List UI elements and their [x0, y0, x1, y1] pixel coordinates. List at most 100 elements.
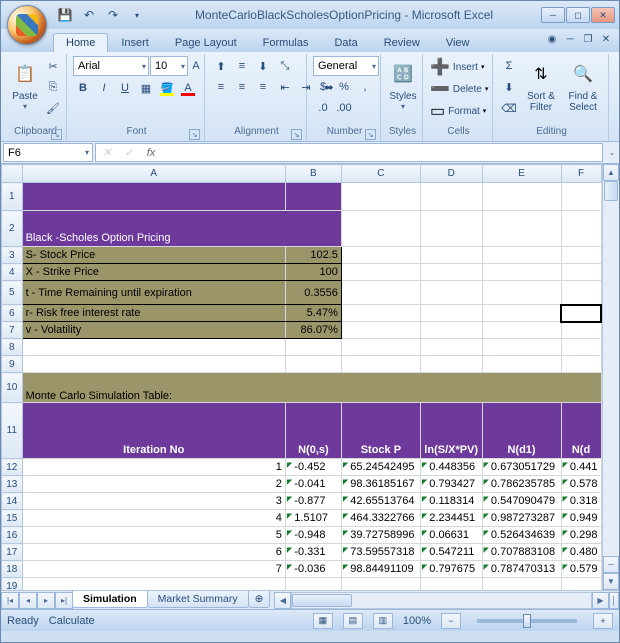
zoom-thumb[interactable] [523, 614, 531, 628]
data-cell[interactable]: ◤39.72758996 [341, 527, 420, 544]
data-cell[interactable]: 3 [22, 493, 285, 510]
row-header-7[interactable]: 7 [2, 322, 23, 339]
row-header-10[interactable]: 10 [2, 373, 23, 403]
autosum-icon[interactable]: Σ [499, 56, 519, 76]
align-right-icon[interactable]: ≡ [253, 77, 273, 97]
data-cell[interactable]: ◤65.24542495 [341, 459, 420, 476]
office-button[interactable] [7, 5, 47, 45]
copy-icon[interactable]: ⎘ [43, 77, 63, 97]
enter-formula-icon[interactable]: ✓ [118, 146, 140, 159]
maximize-button[interactable]: ◻ [566, 7, 590, 23]
sheet-tab-market-summary[interactable]: Market Summary [147, 591, 249, 608]
data-cell[interactable]: ◤0.118314 [420, 493, 482, 510]
cell[interactable] [482, 264, 561, 281]
cell[interactable] [420, 264, 482, 281]
cell[interactable] [420, 183, 482, 211]
data-cell[interactable]: ◤0.787470313 [482, 561, 561, 578]
delete-cells-button[interactable]: ➖Delete▾ [429, 78, 489, 100]
data-cell[interactable]: ◤98.84491109 [341, 561, 420, 578]
data-cell[interactable]: ◤2.234451 [420, 510, 482, 527]
data-cell[interactable] [285, 578, 341, 591]
cancel-formula-icon[interactable]: ✕ [96, 146, 118, 159]
data-cell[interactable]: ◤0.707883108 [482, 544, 561, 561]
data-cell[interactable] [341, 578, 420, 591]
param-label[interactable]: X - Strike Price [22, 264, 285, 281]
vscroll-thumb[interactable] [604, 181, 618, 201]
cell[interactable] [341, 211, 420, 247]
border-button[interactable]: ▦ [136, 78, 156, 98]
cell[interactable] [341, 339, 420, 356]
font-color-button[interactable]: A [178, 78, 198, 98]
row-header-6[interactable]: 6 [2, 305, 23, 322]
data-cell[interactable] [482, 578, 561, 591]
active-cell[interactable] [561, 305, 601, 322]
cell[interactable] [22, 339, 285, 356]
cell[interactable] [482, 281, 561, 305]
align-top-icon[interactable]: ⬆ [211, 56, 231, 76]
data-cell[interactable]: 4 [22, 510, 285, 527]
tab-insert[interactable]: Insert [108, 33, 162, 52]
vscroll-track[interactable] [603, 181, 619, 556]
cell[interactable] [285, 339, 341, 356]
format-painter-icon[interactable]: 🖌 [43, 98, 63, 118]
close-button[interactable]: ✕ [591, 7, 615, 23]
data-cell[interactable]: ◤-0.877 [285, 493, 341, 510]
data-cell[interactable] [22, 578, 285, 591]
qat-more-icon[interactable]: ▾ [127, 5, 147, 25]
align-bottom-icon[interactable]: ⬇ [253, 56, 273, 76]
param-label[interactable]: r- Risk free interest rate [22, 305, 285, 322]
cell[interactable] [285, 356, 341, 373]
font-name-select[interactable]: Arial [73, 56, 149, 76]
data-cell[interactable]: ◤0.949 [561, 510, 601, 527]
next-sheet-button[interactable]: ▸ [37, 592, 55, 609]
cell[interactable] [22, 183, 285, 211]
normal-view-button[interactable]: ▦ [313, 613, 333, 629]
orientation-icon[interactable]: ⤡ [275, 56, 295, 76]
data-cell[interactable]: 6 [22, 544, 285, 561]
row-header-17[interactable]: 17 [2, 544, 23, 561]
save-icon[interactable]: 💾 [55, 5, 75, 25]
col-ln[interactable]: ln(S/X*PV) [420, 403, 482, 459]
param-label[interactable]: v - Volatility [22, 322, 285, 339]
row-header-4[interactable]: 4 [2, 264, 23, 281]
expand-formula-bar-icon[interactable]: ⌄ [605, 148, 619, 157]
col-iteration[interactable]: Iteration No [22, 403, 285, 459]
comma-icon[interactable]: , [355, 77, 375, 97]
row-header-1[interactable]: 1 [2, 183, 23, 211]
row-header-9[interactable]: 9 [2, 356, 23, 373]
number-format-select[interactable]: General [313, 56, 379, 76]
cell[interactable] [561, 339, 601, 356]
data-cell[interactable]: ◤1.5107 [285, 510, 341, 527]
insert-cells-button[interactable]: ➕Insert▾ [429, 56, 485, 78]
scroll-down-button[interactable]: ▼ [603, 573, 619, 590]
data-cell[interactable]: ◤0.793427 [420, 476, 482, 493]
sort-filter-button[interactable]: ⇅ Sort & Filter [521, 56, 561, 122]
data-cell[interactable]: ◤0.06631 [420, 527, 482, 544]
row-header-11[interactable]: 11 [2, 403, 23, 459]
zoom-in-button[interactable]: + [593, 613, 613, 629]
font-dialog-icon[interactable]: ↘ [189, 129, 200, 140]
col-header-D[interactable]: D [420, 165, 482, 183]
scroll-right-button[interactable]: ▶ [592, 592, 609, 609]
cell[interactable] [341, 247, 420, 264]
align-center-icon[interactable]: ≡ [232, 77, 252, 97]
param-label[interactable]: S- Stock Price [22, 247, 285, 264]
clear-icon[interactable]: ⌫ [499, 98, 519, 118]
hscroll-thumb[interactable] [292, 594, 352, 607]
font-size-select[interactable]: 10 [150, 56, 188, 76]
data-cell[interactable]: ◤0.786235785 [482, 476, 561, 493]
row-header-15[interactable]: 15 [2, 510, 23, 527]
cell[interactable] [22, 356, 285, 373]
cell[interactable] [561, 247, 601, 264]
tab-home[interactable]: Home [53, 33, 108, 52]
param-value[interactable]: 100 [285, 264, 341, 281]
cell[interactable] [482, 356, 561, 373]
data-cell[interactable] [420, 578, 482, 591]
section-title[interactable]: Monte Carlo Simulation Table: [22, 373, 601, 403]
data-cell[interactable]: ◤-0.948 [285, 527, 341, 544]
cell[interactable] [341, 356, 420, 373]
data-cell[interactable]: ◤-0.452 [285, 459, 341, 476]
data-cell[interactable]: ◤0.448356 [420, 459, 482, 476]
cell[interactable] [341, 305, 420, 322]
name-box[interactable]: F6 [3, 143, 93, 162]
